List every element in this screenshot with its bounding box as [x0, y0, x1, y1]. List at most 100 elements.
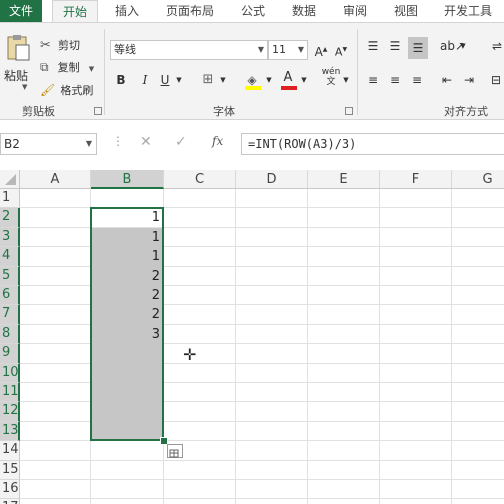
divider: [357, 29, 358, 115]
increase-indent-icon[interactable]: ⇥: [460, 71, 478, 89]
row-header-9[interactable]: 9: [0, 344, 20, 364]
font-group-label: 字体: [213, 105, 235, 118]
selection-range[interactable]: [90, 207, 164, 442]
clipboard-group-label: 剪贴板: [22, 105, 55, 118]
font-color-dropdown-icon[interactable]: ▼: [299, 71, 309, 89]
align-top-icon[interactable]: ☰: [364, 37, 382, 55]
fill-dropdown-icon[interactable]: ▼: [264, 71, 274, 89]
paste-button[interactable]: [4, 33, 32, 67]
font-name-select[interactable]: 等线 ▼: [110, 40, 268, 60]
column-header-d[interactable]: D: [236, 170, 308, 189]
row-header-1[interactable]: 1: [0, 189, 20, 209]
tab-formulas[interactable]: 公式: [241, 0, 265, 22]
align-bottom-icon[interactable]: ☰: [408, 37, 428, 59]
italic-button[interactable]: I: [138, 71, 152, 89]
cancel-icon[interactable]: ✕: [140, 134, 152, 150]
cell-b14[interactable]: [91, 441, 164, 460]
paste-icon: [7, 35, 30, 61]
row-header-3[interactable]: 3: [0, 227, 20, 248]
row-header-13[interactable]: 13: [0, 421, 20, 442]
align-middle-icon[interactable]: ☰: [386, 37, 404, 55]
decrease-font-size-icon[interactable]: A▼: [333, 41, 349, 59]
font-color-swatch: [281, 86, 297, 90]
row-header-10[interactable]: 10: [0, 363, 20, 383]
column-header-c[interactable]: C: [164, 170, 236, 189]
border-icon[interactable]: ⊞: [200, 71, 216, 89]
select-all-corner[interactable]: [0, 170, 20, 189]
row-header-6[interactable]: 6: [0, 286, 20, 306]
font-size-select[interactable]: 11 ▼: [268, 40, 308, 60]
column-header-e[interactable]: E: [308, 170, 380, 189]
row-header-11[interactable]: 11: [0, 383, 20, 403]
column-header-a[interactable]: A: [20, 170, 91, 189]
row-header-15[interactable]: 15: [0, 460, 20, 480]
tab-data[interactable]: 数据: [292, 0, 316, 22]
merge-center-icon[interactable]: ⊟: [488, 71, 504, 89]
tab-insert[interactable]: 插入: [115, 0, 139, 22]
select-all-icon: [5, 174, 16, 185]
tab-view[interactable]: 视图: [394, 0, 418, 22]
format-painter-button[interactable]: 🖌 格式刷: [40, 79, 93, 98]
row-header-2[interactable]: 2: [0, 208, 20, 228]
decrease-indent-icon[interactable]: ⇤: [438, 71, 456, 89]
phonetic-dropdown-icon[interactable]: ▼: [341, 71, 351, 89]
paste-label: 粘贴: [4, 69, 29, 83]
gridline: [235, 189, 236, 504]
chevron-down-icon: ▼: [297, 45, 304, 54]
tab-home[interactable]: 开始: [52, 0, 98, 22]
chevron-down-icon: ▼: [257, 45, 264, 54]
copy-button[interactable]: ⧉ 复制 ▼: [40, 56, 94, 75]
increase-font-size-icon[interactable]: A▲: [313, 41, 329, 59]
clipboard-launcher-icon[interactable]: [94, 107, 102, 115]
cell-b15[interactable]: [91, 461, 164, 480]
name-box[interactable]: B2 ▼: [0, 133, 97, 155]
font-color-icon: A: [283, 70, 293, 85]
copy-icon: ⧉: [40, 60, 49, 74]
bold-button[interactable]: B: [114, 71, 128, 89]
row-header-4[interactable]: 4: [0, 247, 20, 267]
row-header-7[interactable]: 7: [0, 305, 20, 325]
cell-b16[interactable]: [91, 480, 164, 499]
phonetic-guide-icon[interactable]: wén 文: [321, 67, 341, 89]
underline-button[interactable]: U: [158, 71, 172, 89]
align-center-icon[interactable]: ≡: [386, 71, 404, 89]
fill-color-swatch: [245, 86, 261, 90]
cut-button[interactable]: ✂ 剪切: [40, 34, 80, 53]
orientation-icon[interactable]: ab↗: [440, 37, 465, 55]
row-header-5[interactable]: 5: [0, 266, 20, 286]
cursor-cross-icon: ✛: [183, 345, 197, 365]
row-header-17[interactable]: 17: [0, 499, 20, 504]
underline-dropdown-icon[interactable]: ▼: [174, 71, 184, 89]
orientation-dropdown-icon[interactable]: ▼: [458, 37, 468, 55]
border-dropdown-icon[interactable]: ▼: [218, 71, 228, 89]
align-right-icon[interactable]: ≡: [408, 71, 426, 89]
column-header-b[interactable]: B: [91, 170, 164, 189]
wrap-text-icon[interactable]: ⇌: [490, 37, 504, 55]
column-header-f[interactable]: F: [380, 170, 452, 189]
gridline: [451, 189, 452, 504]
chevron-down-icon: ▼: [85, 139, 92, 148]
tab-developer[interactable]: 开发工具: [444, 0, 492, 22]
row-header-8[interactable]: 8: [0, 324, 20, 345]
insert-function-icon[interactable]: fx: [212, 134, 223, 148]
quick-analysis-button[interactable]: [167, 444, 183, 459]
formula-input[interactable]: =INT(ROW(A3)/3): [241, 133, 504, 155]
tab-file[interactable]: 文件: [0, 0, 42, 22]
row-header-12[interactable]: 12: [0, 402, 20, 422]
font-launcher-icon[interactable]: [345, 107, 353, 115]
enter-icon[interactable]: ✓: [175, 134, 187, 150]
font-color-button[interactable]: A: [280, 70, 298, 90]
formula-bar: B2 ▼ ⋮ ✕ ✓ fx =INT(ROW(A3)/3): [0, 120, 504, 170]
cell-b17[interactable]: [91, 499, 164, 504]
row-header-16[interactable]: 16: [0, 480, 20, 500]
tab-review[interactable]: 审阅: [343, 0, 367, 22]
cell-b1[interactable]: [91, 189, 164, 208]
copy-dropdown-icon: ▼: [88, 65, 95, 73]
paste-dropdown-icon[interactable]: ▼: [22, 83, 27, 91]
more-icon: ⋮: [112, 134, 124, 148]
column-header-g[interactable]: G: [452, 170, 504, 189]
row-header-14[interactable]: 14: [0, 441, 20, 461]
tab-page-layout[interactable]: 页面布局: [166, 0, 214, 22]
fill-color-button[interactable]: ◈: [244, 71, 262, 90]
align-left-icon[interactable]: ≡: [364, 71, 382, 89]
